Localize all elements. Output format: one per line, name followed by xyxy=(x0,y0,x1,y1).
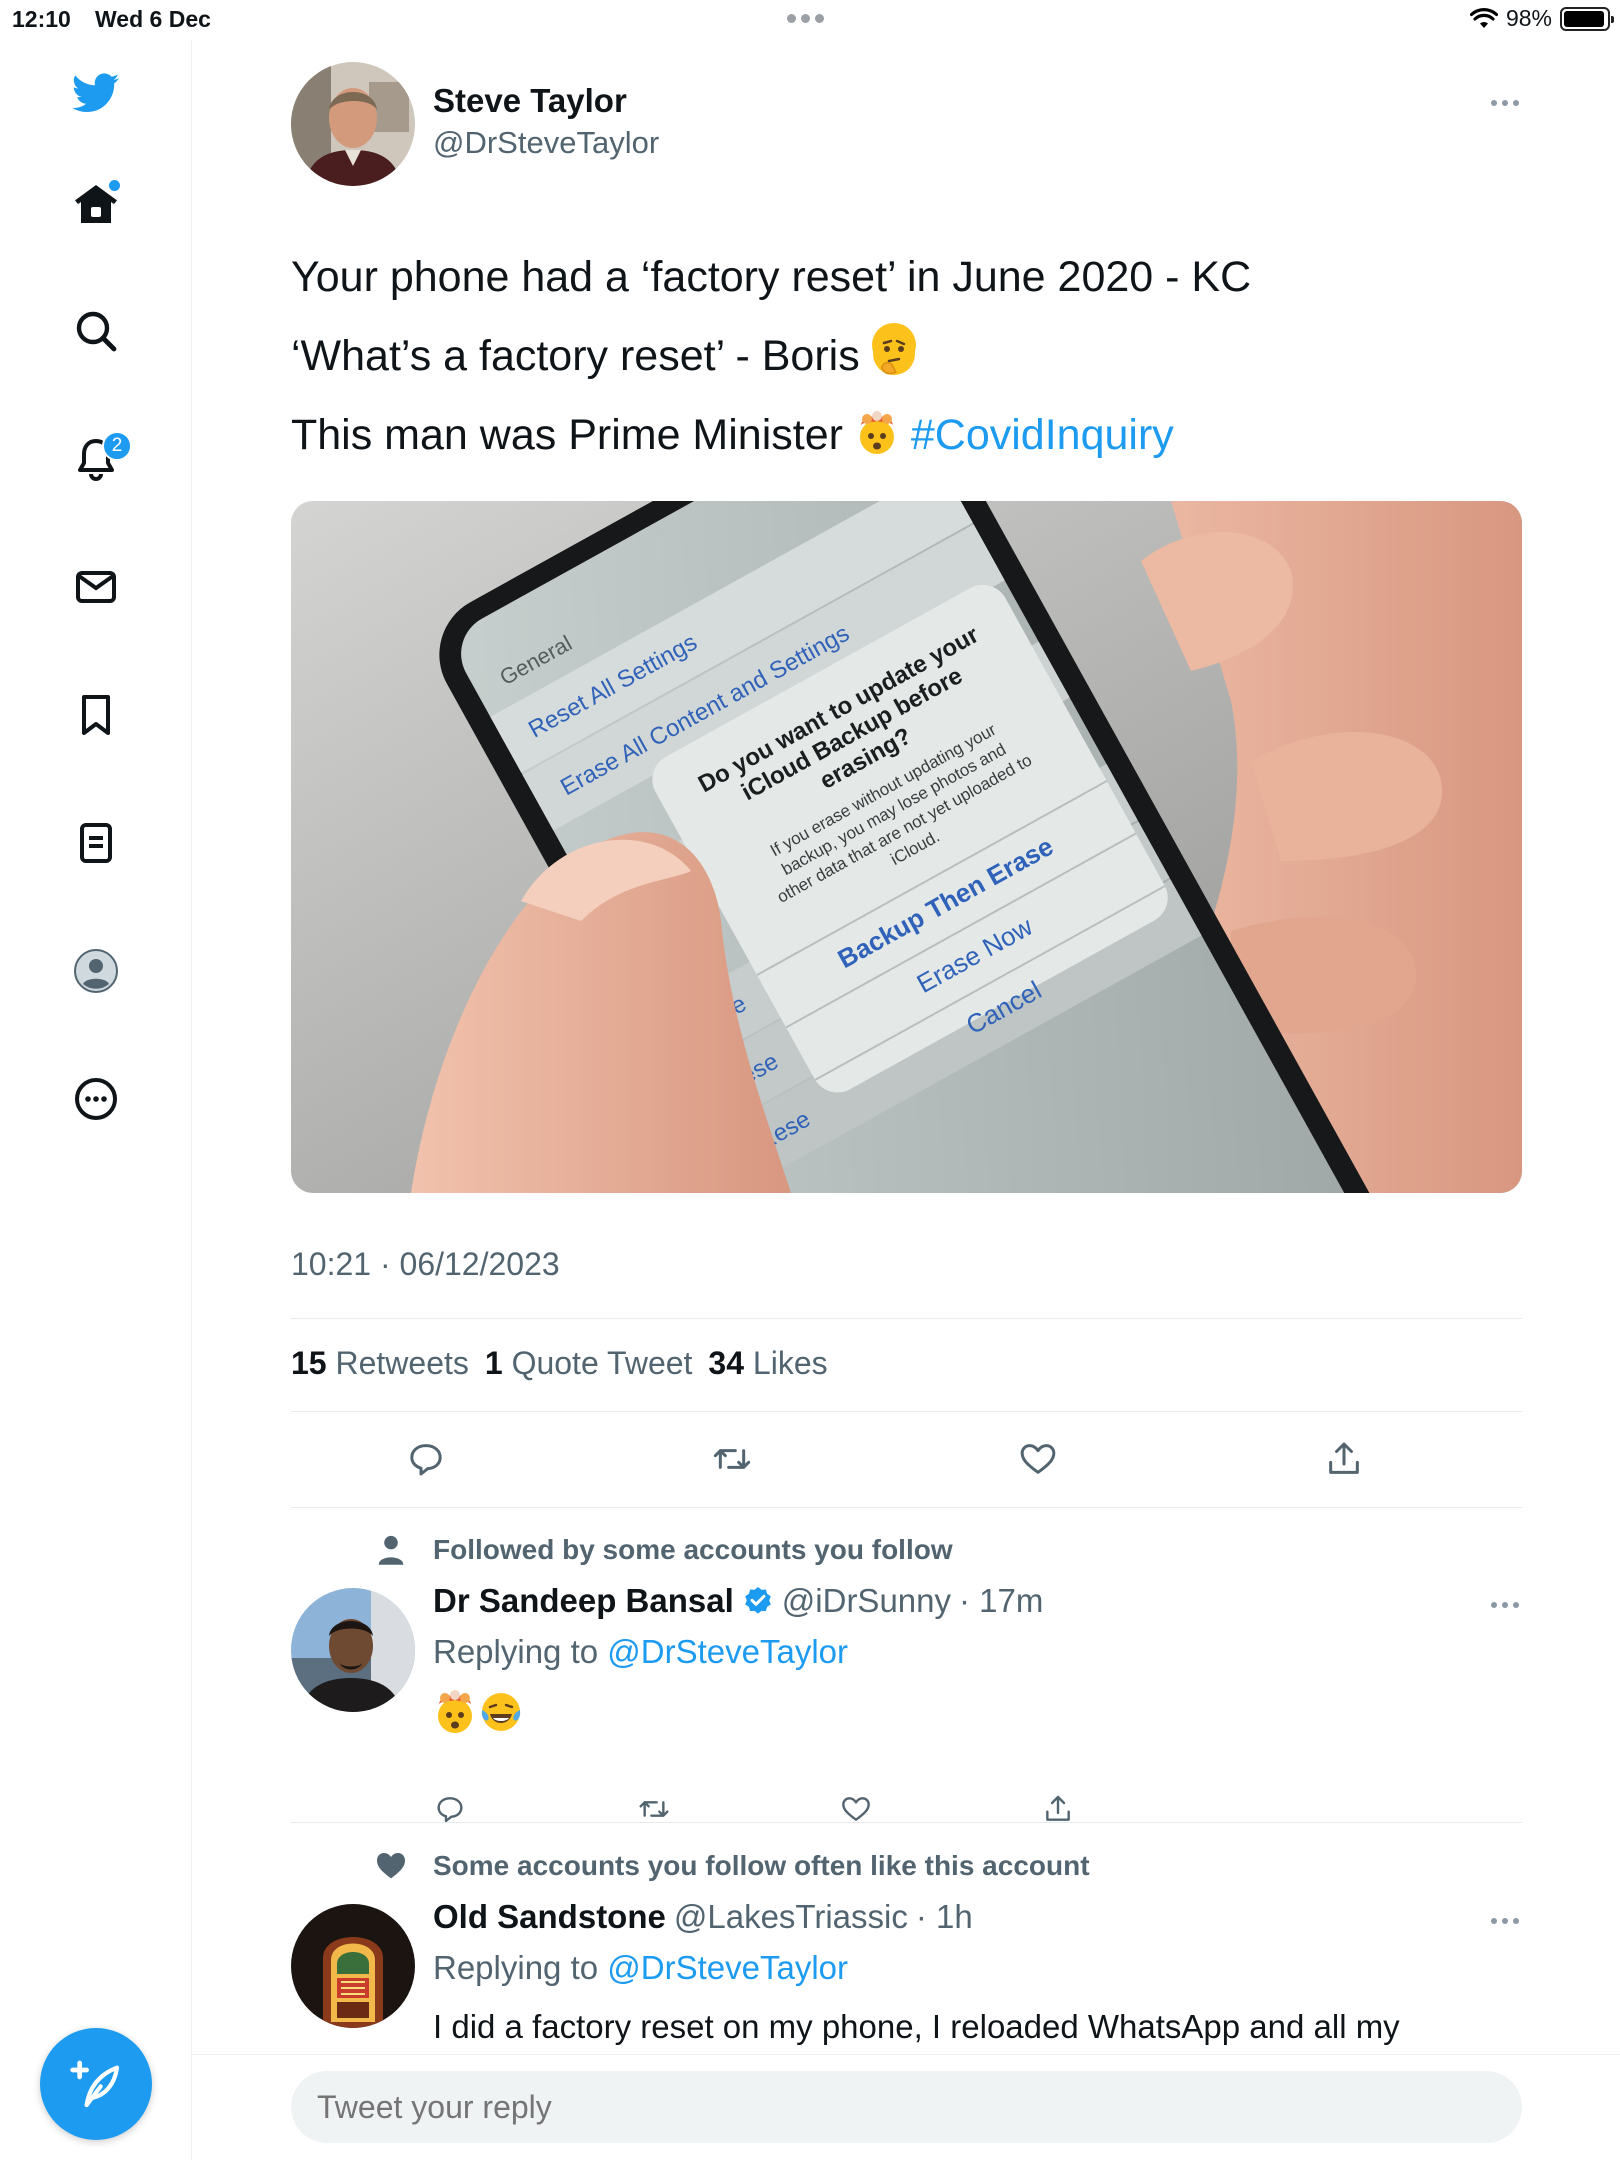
verified-badge-icon xyxy=(744,1587,771,1614)
person-icon xyxy=(378,1535,404,1565)
lists-icon[interactable] xyxy=(70,817,122,869)
notifications-bell-icon[interactable]: 2 xyxy=(70,431,132,485)
home-icon[interactable] xyxy=(70,178,122,230)
retweets-stat[interactable]: 15 Retweets xyxy=(291,1345,469,1382)
notifications-badge: 2 xyxy=(102,431,132,461)
reply-header: Dr Sandeep Bansal @iDrSunny · 17m xyxy=(433,1582,1043,1620)
like-heart-icon[interactable] xyxy=(1016,1437,1060,1481)
thinking-face-emoji-icon xyxy=(871,323,916,375)
compose-feather-icon xyxy=(70,2060,120,2108)
more-options-icon[interactable] xyxy=(70,1073,122,1125)
quotes-stat[interactable]: 1 Quote Tweet xyxy=(485,1345,693,1382)
exploding-head-emoji-icon xyxy=(433,1690,477,1734)
tweet-text-line-2: ‘What’s a factory reset’ - Boris xyxy=(291,332,860,380)
bookmarks-icon[interactable] xyxy=(70,689,122,741)
reply-time[interactable]: · 17m xyxy=(959,1582,1043,1620)
search-icon[interactable] xyxy=(70,305,122,357)
heart-icon xyxy=(377,1853,405,1879)
tweet-text-line-1: Your phone had a ‘factory reset’ in June… xyxy=(291,253,1252,301)
retweets-count: 15 xyxy=(291,1345,327,1381)
sidebar: 2 xyxy=(0,40,192,2160)
reply-input[interactable] xyxy=(291,2071,1522,2143)
reply-author-name[interactable]: Dr Sandeep Bansal xyxy=(433,1582,734,1620)
author-handle[interactable]: @DrSteveTaylor xyxy=(433,125,659,161)
tweet-text: Your phone had a ‘factory reset’ in June… xyxy=(291,238,1251,475)
profile-avatar-icon[interactable] xyxy=(70,945,122,997)
multitasking-dots-icon[interactable] xyxy=(787,14,824,23)
tears-of-joy-emoji-icon xyxy=(479,1690,523,1734)
tweet-timestamp[interactable]: 10:21 · 06/12/2023 xyxy=(291,1246,560,1283)
tweet-text-line: Your phone had a ‘factory reset’ in June… xyxy=(291,238,1251,317)
tweet-text-line: ‘What’s a factory reset’ - Boris xyxy=(291,317,1251,396)
status-time: 12:10 xyxy=(12,6,71,32)
retweets-label: Retweets xyxy=(335,1345,469,1381)
divider xyxy=(291,1411,1522,1412)
reply-more-options-icon[interactable] xyxy=(1491,1602,1519,1608)
battery-percent: 98% xyxy=(1505,5,1552,31)
wifi-icon xyxy=(1469,7,1498,28)
status-bar: 12:10 Wed 6 Dec 98% xyxy=(0,0,1620,40)
reply-author-handle[interactable]: @LakesTriassic xyxy=(674,1898,908,1936)
compose-tweet-button[interactable] xyxy=(40,2028,152,2140)
reply-author-handle[interactable]: @iDrSunny xyxy=(782,1582,951,1620)
reply-text xyxy=(433,1690,523,1734)
reply-avatar[interactable] xyxy=(291,1904,415,2028)
quotes-count: 1 xyxy=(484,1345,503,1381)
tweet-media-image[interactable]: General Reset All Settings Erase All Con… xyxy=(291,501,1522,1193)
tweet-text-line-3: This man was Prime Minister xyxy=(291,411,843,459)
divider xyxy=(291,1507,1522,1508)
reply-icon[interactable] xyxy=(404,1437,448,1481)
phone-photo: General Reset All Settings Erase All Con… xyxy=(291,501,1522,1193)
replying-to: Replying to @DrSteveTaylor xyxy=(433,1633,848,1671)
likes-stat[interactable]: 34 Likes xyxy=(708,1345,827,1382)
home-unread-dot xyxy=(109,180,120,191)
battery-icon xyxy=(1560,6,1614,31)
reply-avatar[interactable] xyxy=(291,1588,415,1712)
messages-envelope-icon[interactable] xyxy=(70,561,122,613)
twitter-logo-icon[interactable] xyxy=(70,66,122,118)
replying-to-label: Replying to xyxy=(433,1949,599,1986)
share-icon[interactable] xyxy=(1322,1437,1366,1481)
status-date: Wed 6 Dec xyxy=(95,6,211,32)
social-context: Followed by some accounts you follow xyxy=(433,1534,953,1565)
reply-text: I did a factory reset on my phone, I rel… xyxy=(433,2008,1400,2045)
tweet-text-line: This man was Prime Minister #CovidInquir… xyxy=(291,396,1251,475)
reply-more-options-icon[interactable] xyxy=(1491,1918,1519,1924)
replying-to: Replying to @DrSteveTaylor xyxy=(433,1949,848,1987)
exploding-head-emoji-icon xyxy=(855,402,899,454)
reply-time[interactable]: · 1h xyxy=(916,1898,973,1936)
tweet-detail: Steve Taylor @DrSteveTaylor Your phone h… xyxy=(192,40,1620,2160)
tweet-stats: 15 Retweets 1 Quote Tweet 34 Likes xyxy=(291,1345,828,1382)
reply-author-name[interactable]: Old Sandstone xyxy=(433,1898,666,1936)
reply-header: Old Sandstone @LakesTriassic · 1h xyxy=(433,1898,973,1936)
social-context: Some accounts you follow often like this… xyxy=(433,1850,1090,1881)
status-indicators: 98% xyxy=(1469,5,1614,32)
likes-count: 34 xyxy=(708,1345,745,1381)
replying-to-handle-link[interactable]: @DrSteveTaylor xyxy=(607,1633,848,1670)
hashtag-link[interactable]: #CovidInquiry xyxy=(911,411,1174,459)
replying-to-label: Replying to xyxy=(433,1633,599,1670)
replying-to-handle-link[interactable]: @DrSteveTaylor xyxy=(607,1949,848,1986)
divider xyxy=(291,1318,1522,1319)
divider xyxy=(291,1822,1522,1823)
tweet-more-options-icon[interactable] xyxy=(1491,100,1519,106)
likes-label: Likes xyxy=(752,1345,828,1381)
retweet-icon[interactable] xyxy=(710,1437,754,1481)
author-avatar[interactable] xyxy=(291,62,415,186)
reply-composer-bar xyxy=(192,2054,1620,2160)
quotes-label: Quote Tweet xyxy=(511,1345,693,1381)
author-name[interactable]: Steve Taylor xyxy=(433,82,627,120)
